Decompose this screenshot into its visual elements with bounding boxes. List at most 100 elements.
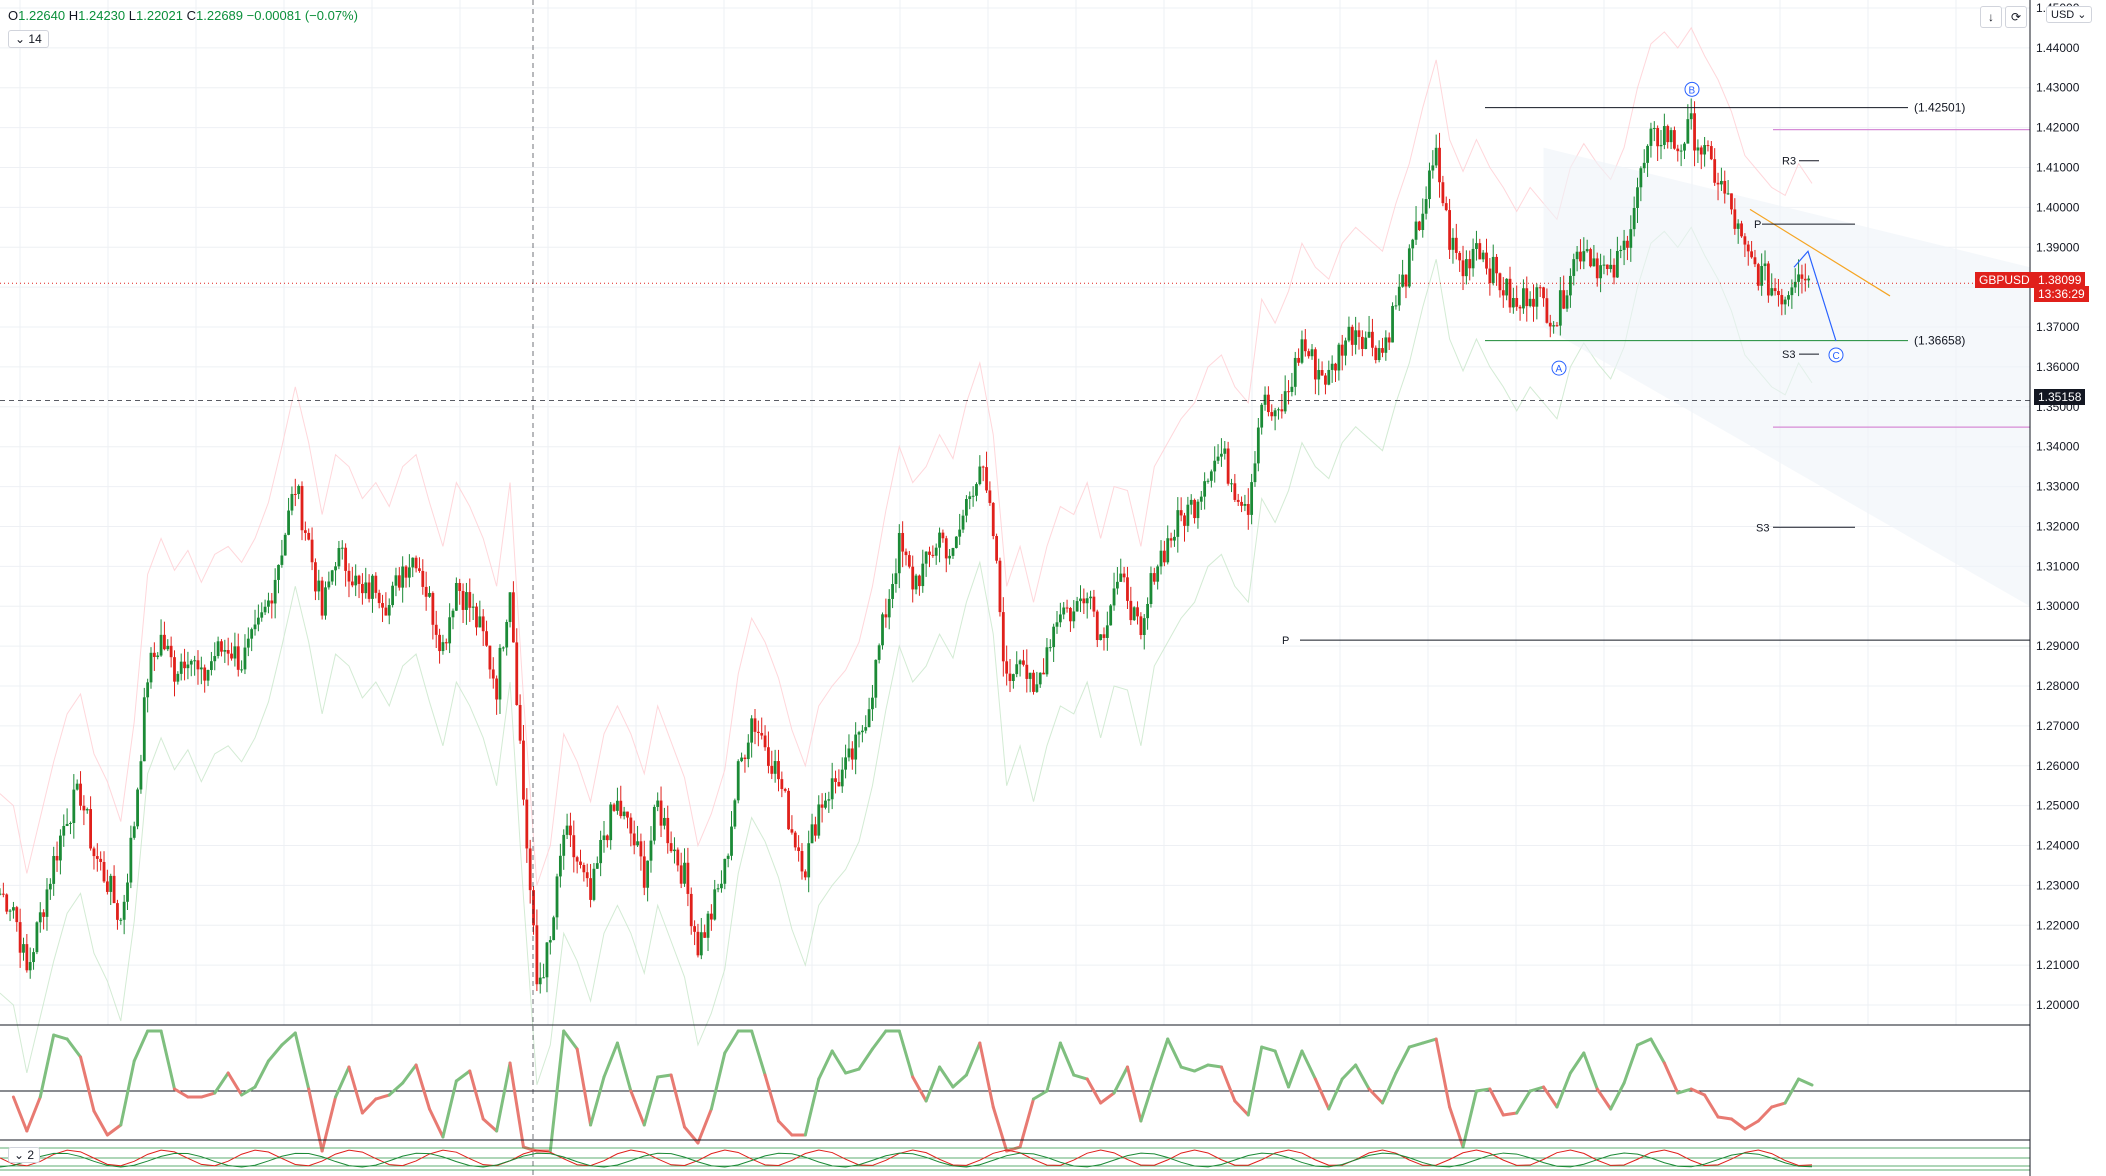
candle-body [193, 660, 197, 662]
candle-body [884, 614, 888, 618]
candle-body [1511, 298, 1515, 308]
price-axis-label: 1.24000 [2036, 839, 2080, 853]
candle-body [213, 656, 217, 662]
candle-body [438, 634, 441, 652]
oscillator-segment [1461, 1089, 1478, 1149]
oscillator-segment [1636, 1037, 1653, 1047]
indicator-chip[interactable]: ⌄ 14 [8, 30, 49, 48]
candle-body [1766, 263, 1770, 296]
oscillator-segment [1770, 1101, 1787, 1109]
candle-body [767, 747, 770, 766]
candle-body [485, 631, 488, 646]
pivot-s3-upper-label: S3 [1782, 349, 1795, 361]
candle-body [1089, 596, 1092, 599]
oscillator-segment [776, 1119, 794, 1137]
candle-body [1693, 113, 1696, 151]
candle-body [512, 592, 515, 643]
candle-body [830, 778, 834, 800]
open-label: O [8, 8, 19, 23]
price-axis[interactable]: 1.450001.440001.430001.420001.410001.400… [2029, 0, 2106, 1176]
candle-body [85, 809, 89, 811]
candle-body [1424, 199, 1428, 214]
candle-body [1535, 287, 1539, 307]
candle-body [1344, 340, 1347, 356]
candle-body [1243, 503, 1247, 506]
candle-body [652, 806, 656, 841]
candle-body [394, 575, 398, 586]
candle-body [676, 849, 680, 866]
lower-indicator-chip[interactable]: ⌄ 2 [8, 1147, 41, 1163]
candle-body [622, 811, 626, 817]
oscillator-segment [1273, 1049, 1291, 1089]
candle-body [1297, 357, 1300, 363]
oscillator-segment [199, 1091, 217, 1099]
candle-body [1656, 128, 1660, 147]
candle-body [1230, 483, 1233, 485]
oscillator-segment [1246, 1045, 1264, 1117]
oscillator-segment [1609, 1081, 1626, 1111]
candle-body [1260, 404, 1264, 428]
candle-body [673, 849, 676, 852]
candle-body [260, 612, 264, 618]
candle-body [938, 532, 941, 548]
candle-body [1307, 351, 1311, 357]
candle-body [787, 790, 790, 830]
candle-body [1464, 259, 1468, 277]
candle-body [1300, 339, 1304, 363]
candle-body [273, 579, 277, 604]
candle-body [666, 817, 670, 844]
candle-body [1223, 448, 1227, 454]
candle-body [1787, 295, 1790, 300]
candle-body [330, 570, 334, 582]
candle-body [1740, 223, 1743, 237]
restore-icon[interactable]: ⟳ [2005, 6, 2027, 28]
change-value: −0.00081 (−0.07%) [246, 8, 358, 23]
candle-body [978, 466, 982, 485]
oscillator-segment [401, 1063, 418, 1085]
candle-body [1619, 249, 1623, 252]
candle-body [891, 584, 894, 599]
candle-body [320, 580, 324, 616]
chart-canvas[interactable]: (1.42501) (1.36658) A B C R3 P S3 S3 P 100.000000… [0, 0, 2106, 1176]
symbol-tag: GBPUSD [1975, 272, 2034, 288]
candle-body [95, 856, 99, 859]
candle-body [1585, 249, 1589, 252]
candle-body [931, 554, 935, 556]
candle-body [1065, 607, 1069, 609]
candle-body [1082, 598, 1086, 604]
forecast-channel [1543, 147, 2030, 607]
candle-body [1095, 611, 1099, 641]
candle-body [941, 532, 945, 539]
oscillator-segment [213, 1071, 230, 1095]
arrow-down-icon[interactable]: ↓ [1980, 6, 2002, 28]
oscillator-segment [1287, 1049, 1304, 1089]
oscillator-segment [870, 1029, 888, 1051]
candle-body [1206, 480, 1210, 482]
candle-body [901, 532, 905, 552]
candle-body [1783, 299, 1787, 305]
oscillator-segment [1099, 1091, 1116, 1105]
oscillator-segment [65, 1037, 83, 1059]
candle-body [38, 912, 42, 923]
oscillator-segment [428, 1107, 445, 1139]
chevron-down-icon: ⌄ [14, 1148, 25, 1162]
oscillator-segment [293, 1031, 311, 1091]
candle-body [636, 841, 639, 846]
currency-select[interactable]: USD ⌄ [2046, 6, 2092, 23]
candle-body [337, 548, 341, 567]
oscillator-segment [119, 1059, 136, 1127]
price-axis-label: 1.20000 [2036, 998, 2080, 1012]
candle-body [1790, 287, 1794, 296]
candle-body [1793, 281, 1797, 288]
candle-body [1505, 278, 1509, 296]
candle-body [1189, 499, 1193, 505]
drawing-overlay: (1.42501) (1.36658) A B C R3 P S3 S3 P [0, 0, 2030, 1176]
candle-body [62, 825, 66, 836]
candle-body [951, 547, 955, 556]
candle-body [1152, 573, 1156, 582]
oscillator-segment [1072, 1073, 1089, 1081]
candle-body [72, 789, 76, 823]
candle-body [1273, 410, 1277, 417]
candle-body [1367, 331, 1371, 338]
candle-body [971, 495, 975, 497]
